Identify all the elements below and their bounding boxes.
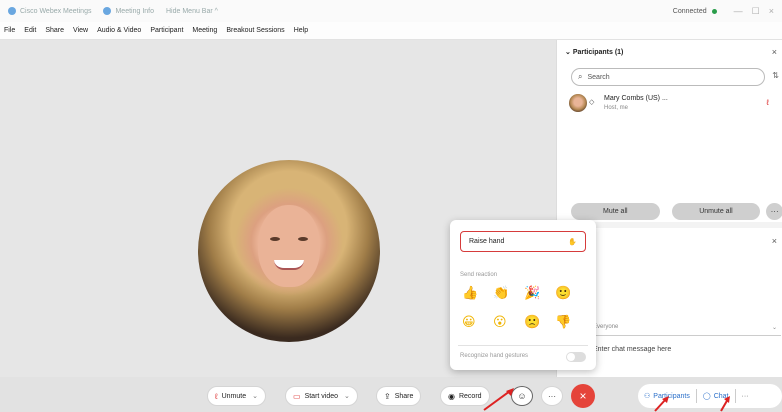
hide-menu-bar-button[interactable]: Hide Menu Bar ^ [166, 8, 218, 15]
search-icon: ⌕ [578, 72, 583, 81]
video-off-icon: ▭ [293, 391, 301, 401]
participant-role: Host, me [604, 105, 629, 111]
annotation-arrow-chat [720, 396, 730, 412]
app-title: Cisco Webex Meetings [8, 7, 91, 15]
host-icon: ◇ [589, 99, 595, 106]
avatar-eye-left [270, 237, 280, 241]
menu-bar: File Edit Share View Audio & Video Parti… [0, 22, 782, 40]
unmute-all-button[interactable]: Unmute all [671, 202, 761, 220]
participants-more-button[interactable]: ··· [766, 202, 782, 220]
connection-status: Connected [672, 7, 707, 15]
chat-recipient-value: Everyone [593, 324, 619, 330]
sort-icon[interactable]: ⇅ [772, 71, 779, 80]
participant-row[interactable]: ◇ Mary Combs (US) ... Host, me ℓ [569, 92, 779, 118]
participants-panel: ⌄ Participants (1) × ⌕ Search ⇅ ◇ Mary C… [557, 40, 782, 222]
search-placeholder: Search [587, 73, 610, 81]
chevron-down-icon: ⌄ [771, 325, 777, 331]
more-panels-button[interactable]: ··· [736, 393, 755, 400]
more-options-button[interactable]: ··· [541, 386, 563, 406]
menu-breakout-sessions[interactable]: Breakout Sessions [226, 27, 284, 34]
sad-icon[interactable]: 🙁 [524, 315, 555, 330]
record-label: Record [458, 392, 482, 400]
chat-bubble-icon: ◯ [702, 393, 711, 400]
annotation-arrow-participants [654, 396, 669, 412]
minimize-button[interactable]: — [734, 6, 743, 16]
record-icon: ◉ [448, 391, 455, 401]
celebrate-icon[interactable]: 🎉 [524, 286, 555, 301]
start-video-label: Start video [304, 392, 339, 400]
leave-meeting-button[interactable]: × [571, 384, 595, 408]
connected-icon [711, 8, 717, 14]
chevron-down-icon[interactable]: ⌄ [344, 392, 350, 400]
participant-name: Mary Combs (US) ... [604, 95, 668, 102]
thumbs-up-icon[interactable]: 👍 [462, 286, 493, 301]
laugh-icon[interactable]: 😀 [462, 315, 493, 330]
thumbs-down-icon[interactable]: 👎 [555, 315, 586, 330]
chevron-down-icon[interactable]: ⌄ [252, 392, 258, 400]
people-icon: ⚇ [644, 393, 651, 400]
participants-header[interactable]: ⌄ Participants (1) [565, 48, 623, 56]
app-title-text: Cisco Webex Meetings [20, 7, 92, 15]
menu-view[interactable]: View [73, 27, 88, 34]
participants-close-icon[interactable]: × [772, 47, 777, 57]
avatar-eye-right [298, 237, 308, 241]
muted-mic-icon: ℓ [215, 391, 218, 401]
menu-participant[interactable]: Participant [150, 27, 183, 34]
recognize-gestures-toggle[interactable] [566, 352, 586, 362]
divider [458, 345, 588, 346]
recognize-gestures-label: Recognize hand gestures [460, 353, 529, 359]
start-video-button[interactable]: ▭ Start video ⌄ [285, 386, 358, 406]
avatar [569, 94, 587, 112]
surprised-icon[interactable]: 😮 [493, 315, 524, 330]
reactions-popup: Raise hand ✋ Send reaction 👍 👏 🎉 🙂 😀 😮 🙁… [450, 220, 596, 370]
menu-edit[interactable]: Edit [24, 27, 36, 34]
close-window-button[interactable]: × [769, 6, 774, 16]
hide-menu-bar-label: Hide Menu Bar ^ [166, 7, 218, 15]
meeting-info-label: Meeting Info [115, 7, 154, 15]
menu-meeting[interactable]: Meeting [192, 27, 217, 34]
smile-icon[interactable]: 🙂 [555, 286, 586, 301]
mute-controls: Mute all Unmute all ··· [557, 200, 782, 222]
participants-header-label: Participants (1) [572, 49, 624, 56]
menu-file[interactable]: File [4, 27, 15, 34]
menu-share[interactable]: Share [45, 27, 64, 34]
share-icon: ⇪ [384, 391, 391, 401]
chat-recipient-select[interactable]: Everyone ⌄ [593, 324, 781, 336]
participant-video-avatar [198, 160, 380, 342]
webex-logo-icon [8, 7, 16, 15]
avatar-face [258, 205, 320, 287]
muted-mic-icon[interactable]: ℓ [766, 98, 769, 107]
menu-help[interactable]: Help [294, 27, 308, 34]
mute-all-button[interactable]: Mute all [571, 202, 660, 220]
unmute-label: Unmute [221, 392, 247, 400]
title-bar: Cisco Webex Meetings Meeting Info Hide M… [0, 0, 782, 22]
hand-icon: ✋ [568, 238, 577, 246]
raise-hand-label: Raise hand [469, 238, 505, 245]
clap-icon[interactable]: 👏 [493, 286, 524, 301]
meeting-info-button[interactable]: Meeting Info [103, 7, 154, 15]
menu-audio-video[interactable]: Audio & Video [97, 27, 141, 34]
unmute-button[interactable]: ℓ Unmute ⌄ [207, 386, 266, 406]
raise-hand-button[interactable]: Raise hand ✋ [460, 231, 586, 252]
participant-search-input[interactable]: ⌕ Search [571, 68, 765, 86]
info-icon [103, 7, 112, 15]
send-reaction-label: Send reaction [460, 272, 498, 278]
chat-message-input[interactable]: Enter chat message here [593, 346, 671, 353]
share-label: Share [394, 392, 414, 400]
emoji-grid: 👍 👏 🎉 🙂 😀 😮 🙁 👎 [462, 286, 586, 330]
restore-button[interactable]: ☐ [752, 6, 760, 17]
annotation-arrow-reactions [483, 388, 514, 411]
share-button[interactable]: ⇪ Share [376, 386, 422, 406]
chat-close-icon[interactable]: × [772, 236, 777, 246]
